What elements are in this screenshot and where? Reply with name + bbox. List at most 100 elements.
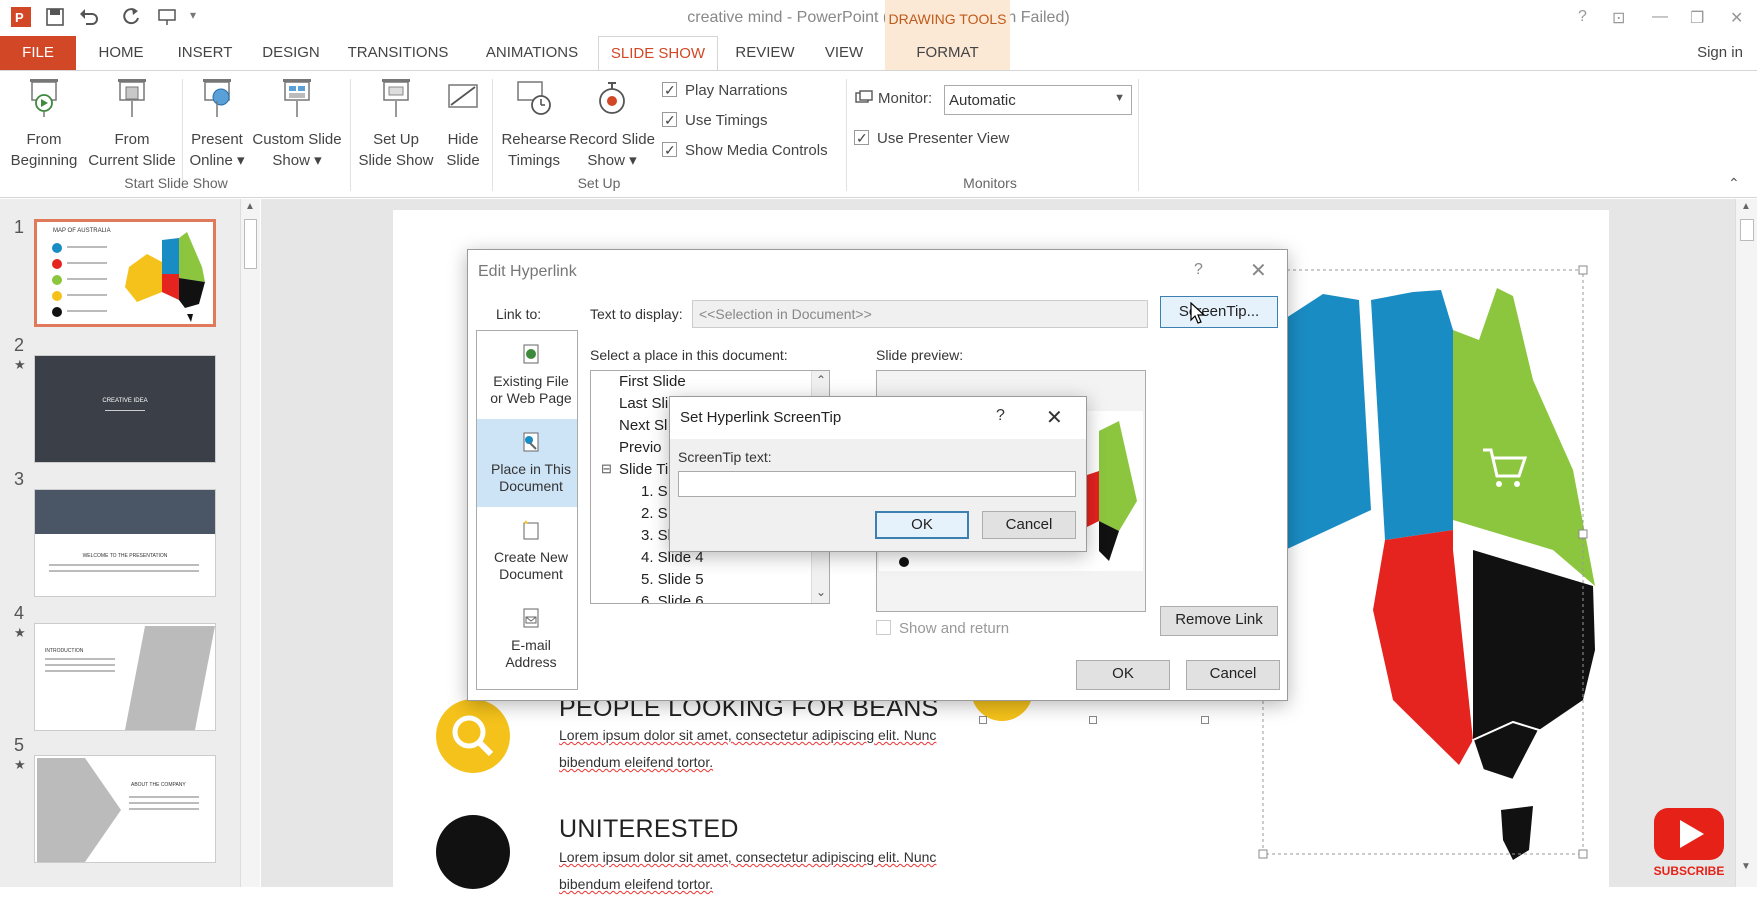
play-narrations-checkbox[interactable]: Play Narrations — [662, 79, 788, 102]
tab-file[interactable]: FILE — [0, 36, 76, 70]
link-email-address[interactable]: E-mail Address — [481, 607, 581, 671]
link-place-in-document[interactable]: Place in This Document — [481, 431, 581, 495]
tab-view[interactable]: VIEW — [816, 36, 872, 70]
resize-handle[interactable] — [979, 716, 987, 724]
use-presenter-view-checkbox[interactable]: Use Presenter View — [854, 127, 1009, 150]
close-icon[interactable]: ✕ — [1250, 258, 1267, 283]
resize-handle[interactable] — [1089, 716, 1097, 724]
minimize-icon[interactable]: — — [1652, 8, 1668, 26]
tree-item-slide-titles[interactable]: Slide Ti — [619, 461, 668, 478]
dialog-title: Edit Hyperlink — [478, 263, 577, 280]
scroll-down-icon[interactable]: ▼ — [1741, 861, 1751, 872]
help-icon[interactable]: ? — [996, 407, 1005, 425]
save-icon[interactable] — [44, 6, 66, 28]
ribbon-display-options-icon[interactable]: ⊡ — [1612, 8, 1625, 28]
link-create-label-1: Create New — [494, 549, 568, 565]
slide-thumbnail-3[interactable]: WELCOME TO THE PRESENTATION — [34, 489, 216, 597]
sign-in-link[interactable]: Sign in — [1690, 36, 1750, 70]
edit-hyperlink-cancel-button[interactable]: Cancel — [1186, 660, 1280, 690]
tree-item-slide-6[interactable]: 6. Slide 6 — [641, 593, 704, 603]
resize-handle[interactable] — [1578, 849, 1588, 859]
checkbox-checked-icon — [854, 127, 869, 149]
collapse-ribbon-icon[interactable]: ⌃ — [1728, 175, 1740, 192]
text-to-display-field[interactable]: <<Selection in Document>> — [692, 300, 1148, 328]
slide-item-heading-2[interactable]: UNITERESTED — [559, 815, 739, 844]
restore-icon[interactable]: ❐ — [1690, 8, 1704, 28]
resize-handle[interactable] — [1201, 716, 1209, 724]
tree-item-first-slide[interactable]: First Slide — [619, 373, 686, 390]
from-current-slide-button[interactable]: From Current Slide — [84, 77, 180, 171]
tab-transitions[interactable]: TRANSITIONS — [340, 36, 456, 70]
set-up-slide-show-button[interactable]: Set Up Slide Show — [356, 77, 436, 171]
tree-item-next-slide[interactable]: Next Sl — [619, 417, 667, 434]
scroll-down-icon[interactable]: ⌄ — [816, 585, 826, 599]
screentip-cancel-button[interactable]: Cancel — [982, 511, 1076, 539]
close-icon[interactable]: ✕ — [1730, 8, 1743, 28]
custom-show-label-2: Show ▾ — [272, 152, 322, 169]
monitor-select[interactable]: Automatic ▼ — [944, 85, 1132, 115]
tree-item-slide-2[interactable]: 2. S — [641, 505, 668, 522]
screentip-button[interactable]: ScreenTip... — [1160, 296, 1278, 328]
customize-qat-icon[interactable]: ▾ — [190, 8, 196, 22]
tree-item-last-slide[interactable]: Last Sli — [619, 395, 668, 412]
slide-item-text-1a[interactable]: Lorem ipsum dolor sit amet, consectetur … — [559, 722, 936, 749]
slide-item-text-2b[interactable]: bibendum eleifend tortor. — [559, 871, 713, 898]
screentip-text-input[interactable] — [678, 471, 1076, 497]
thumbnail-title: WELCOME TO THE PRESENTATION — [82, 553, 168, 559]
show-and-return-checkbox[interactable]: Show and return — [876, 618, 1009, 640]
tab-animations[interactable]: ANIMATIONS — [474, 36, 590, 70]
record-slide-show-button[interactable]: Record Slide Show ▾ — [568, 77, 656, 171]
show-media-controls-checkbox[interactable]: Show Media Controls — [662, 139, 828, 162]
rehearse-timings-button[interactable]: Rehearse Timings — [498, 77, 570, 171]
remove-link-button[interactable]: Remove Link — [1160, 606, 1278, 636]
close-icon[interactable]: ✕ — [1046, 405, 1063, 430]
slide-thumbnail-5[interactable]: ABOUT THE COMPANY — [34, 755, 216, 863]
tab-slide-show[interactable]: SLIDE SHOW — [598, 36, 718, 70]
tree-item-previous-slide[interactable]: Previo — [619, 439, 662, 456]
help-icon[interactable]: ? — [1578, 8, 1587, 26]
help-icon[interactable]: ? — [1194, 261, 1203, 279]
tab-design[interactable]: DESIGN — [258, 36, 324, 70]
resize-handle[interactable] — [1578, 265, 1588, 275]
tab-review[interactable]: REVIEW — [730, 36, 800, 70]
scrollbar-thumb[interactable] — [1740, 219, 1754, 241]
undo-icon[interactable] — [78, 6, 100, 28]
from-beginning-button[interactable]: From Beginning — [6, 77, 82, 171]
scrollbar-thumb[interactable] — [244, 219, 257, 269]
scroll-up-icon[interactable]: ▲ — [245, 201, 255, 212]
slide-thumbnail-4[interactable]: INTRODUCTION — [34, 623, 216, 731]
tree-item-slide-5[interactable]: 5. Slide 5 — [641, 571, 704, 588]
tree-item-slide-1[interactable]: 1. S — [641, 483, 668, 500]
hide-slide-label-2: Slide — [446, 152, 480, 169]
ribbon-separator — [1138, 79, 1139, 191]
subscribe-label[interactable]: SUBSCRIBE — [1652, 864, 1726, 878]
youtube-play-icon[interactable] — [1652, 806, 1726, 862]
slide-thumbnail-1[interactable]: MAP OF AUSTRALIA — [34, 219, 216, 327]
tree-collapse-icon[interactable]: ⊟ — [601, 461, 612, 477]
use-timings-checkbox[interactable]: Use Timings — [662, 109, 768, 132]
link-existing-file[interactable]: Existing File or Web Page — [481, 343, 581, 407]
resize-handle[interactable] — [1578, 529, 1588, 539]
tab-insert[interactable]: INSERT — [170, 36, 240, 70]
link-create-new-document[interactable]: Create New Document — [481, 519, 581, 583]
select-place-label: Select a place in this document: — [590, 347, 788, 363]
slide-item-text-2a[interactable]: Lorem ipsum dolor sit amet, consectetur … — [559, 844, 936, 871]
edit-hyperlink-ok-button[interactable]: OK — [1076, 660, 1170, 690]
text-to-display-label: Text to display: — [590, 306, 683, 322]
tab-format[interactable]: FORMAT — [885, 36, 1010, 70]
slide-item-text-1b[interactable]: bibendum eleifend tortor. — [559, 749, 713, 776]
redo-icon[interactable] — [120, 6, 142, 28]
slide-thumbnail-2[interactable]: CREATIVE IDEA — [34, 355, 216, 463]
from-current-label-1: From — [114, 131, 150, 148]
present-online-button[interactable]: Present Online ▾ — [186, 77, 248, 171]
resize-handle[interactable] — [1258, 849, 1268, 859]
tab-home[interactable]: HOME — [88, 36, 154, 70]
scroll-up-icon[interactable]: ▲ — [1741, 201, 1751, 212]
screentip-ok-button[interactable]: OK — [875, 511, 969, 539]
thumbnail-scrollbar[interactable]: ▲ — [240, 199, 260, 887]
slide-scrollbar[interactable]: ▲ ▼ — [1735, 199, 1757, 887]
scroll-up-icon[interactable]: ⌃ — [816, 373, 826, 387]
start-presentation-icon[interactable] — [156, 6, 178, 28]
custom-slide-show-button[interactable]: Custom Slide Show ▾ — [250, 77, 344, 171]
hide-slide-button[interactable]: Hide Slide — [440, 77, 486, 171]
